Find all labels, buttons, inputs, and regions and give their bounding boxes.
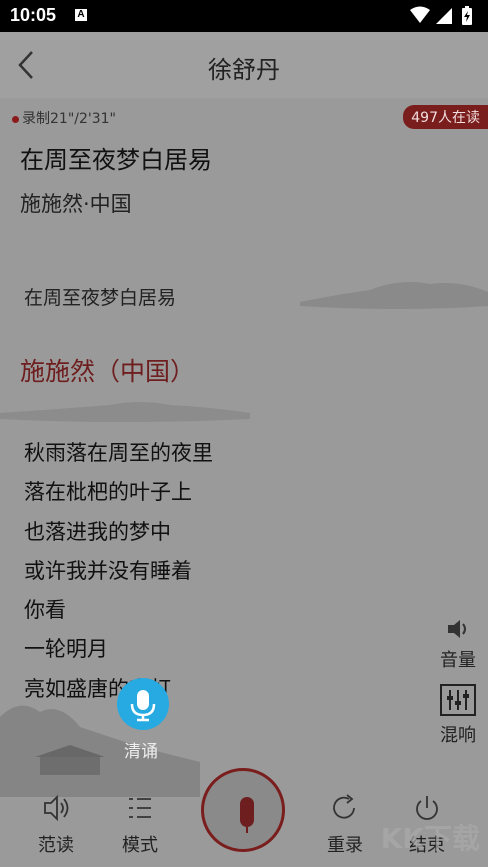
microphone-icon bbox=[240, 797, 254, 833]
poem-line: 一轮明月 bbox=[24, 637, 108, 662]
speaker-icon bbox=[448, 620, 466, 638]
mix-control[interactable]: 混响 bbox=[440, 684, 476, 747]
poem-lines: 秋雨落在周至的夜里 落在枇杷的叶子上 也落进我的梦中 或许我并没有睡着 你看 一… bbox=[24, 434, 213, 709]
rerecord-label: 重录 bbox=[327, 835, 363, 856]
recite-button[interactable] bbox=[117, 678, 169, 730]
poem-line: 你看 bbox=[24, 598, 66, 623]
reading-page: 徐舒丹 录制21"/2'31" 497人在读 在周至夜梦白居易 施施然·中国 在… bbox=[0, 32, 488, 867]
recording-status: 录制21"/2'31" bbox=[12, 108, 116, 128]
poem-title: 在周至夜梦白居易 bbox=[20, 146, 212, 174]
rerecord-button[interactable]: 重录 bbox=[327, 794, 363, 857]
watermark-logo: KK下载 bbox=[380, 822, 480, 855]
speaker-icon bbox=[44, 794, 69, 822]
demo-read-label: 范读 bbox=[38, 835, 74, 856]
section-title: 施施然（中国） bbox=[20, 357, 196, 386]
notification-icon: A bbox=[75, 9, 87, 21]
refresh-icon bbox=[333, 794, 355, 819]
volume-control[interactable]: 音量 bbox=[440, 617, 476, 672]
poem-author: 施施然·中国 bbox=[20, 192, 132, 216]
list-icon bbox=[129, 798, 151, 818]
status-time: 10:05 bbox=[10, 5, 57, 25]
readers-badge: 497人在读 bbox=[403, 105, 488, 129]
signal-icon bbox=[436, 8, 452, 24]
recite-label: 清诵 bbox=[124, 742, 158, 762]
recording-dot-icon bbox=[12, 115, 19, 123]
record-button[interactable] bbox=[201, 768, 285, 852]
mix-label: 混响 bbox=[440, 725, 476, 746]
volume-label: 音量 bbox=[440, 650, 476, 671]
poem-line: 落在枇杷的叶子上 bbox=[24, 480, 192, 505]
status-icons bbox=[410, 6, 480, 30]
mode-button[interactable]: 模式 bbox=[122, 794, 158, 857]
poem-line: 秋雨落在周至的夜里 bbox=[24, 441, 213, 465]
ink-mountain-decoration-2 bbox=[0, 402, 250, 422]
status-bar: 10:05 A bbox=[0, 0, 488, 32]
ink-village-illustration bbox=[0, 705, 200, 797]
ink-mountain-decoration bbox=[300, 282, 488, 309]
battery-icon bbox=[462, 6, 472, 25]
top-bar: 徐舒丹 bbox=[0, 32, 488, 98]
poem-line: 也落进我的梦中 bbox=[24, 519, 171, 544]
wifi-icon bbox=[410, 6, 430, 23]
page-title: 徐舒丹 bbox=[208, 56, 280, 84]
demo-read-button[interactable]: 范读 bbox=[38, 794, 74, 857]
poem-subtitle: 在周至夜梦白居易 bbox=[24, 287, 177, 309]
recording-label: 录制21"/2'31" bbox=[22, 111, 116, 127]
microphone-icon bbox=[130, 690, 156, 722]
mode-label: 模式 bbox=[122, 835, 158, 856]
poem-line: 或许我并没有睡着 bbox=[24, 558, 192, 583]
equalizer-icon bbox=[440, 684, 476, 716]
